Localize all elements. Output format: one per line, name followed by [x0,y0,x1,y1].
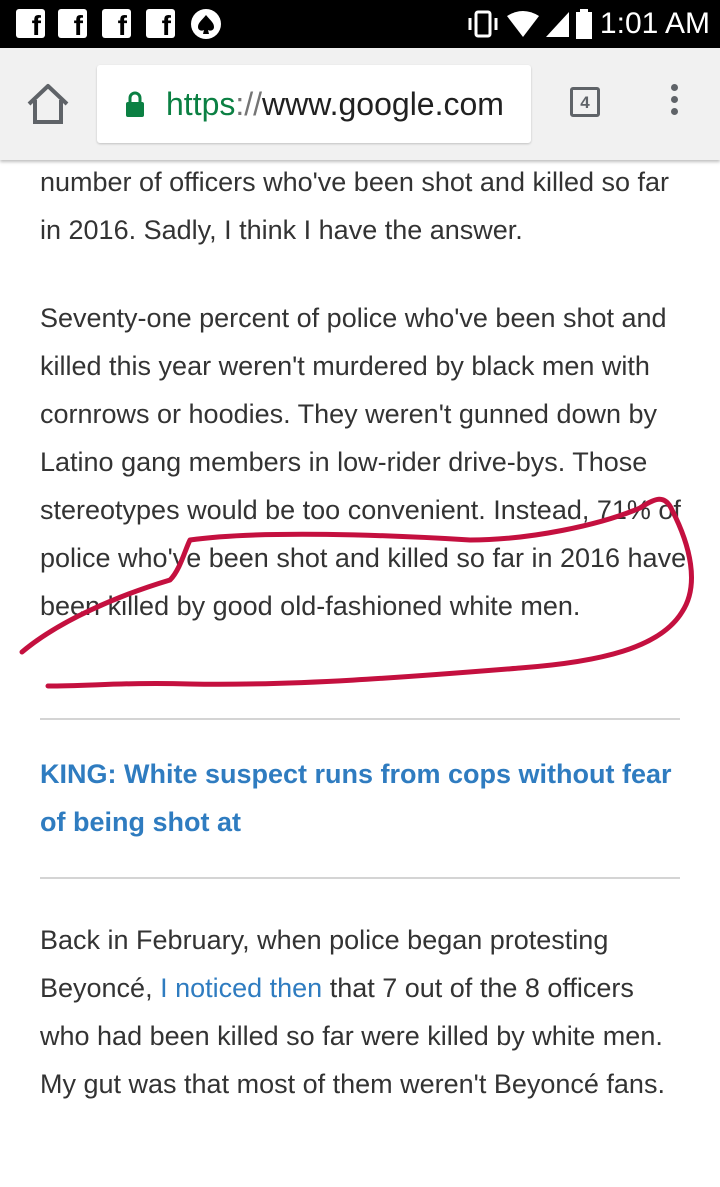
lock-icon [126,91,144,117]
wifi-icon [506,11,539,37]
battery-icon [575,9,592,39]
url-text: https://www.google.com [166,85,504,123]
status-icons: 1:01 AM [466,0,710,48]
url-host: www.google.com [262,86,504,122]
browser-toolbar: https://www.google.com 4 [0,48,720,160]
url-scheme: https [166,86,236,122]
divider [40,718,680,720]
tab-switcher-button[interactable]: 4 [570,87,600,117]
inline-link[interactable]: I noticed then [160,973,322,1003]
facebook-icon: f [102,9,131,40]
divider [40,877,680,879]
url-separator: :// [235,86,263,122]
vibrate-icon [468,10,498,38]
status-bar: f f f f 1:01 AM [0,0,720,48]
facebook-icon: f [58,9,87,40]
highlighted-paragraph: Seventy-one percent of police who've bee… [40,303,687,621]
overflow-menu-icon[interactable] [664,84,684,124]
cellular-signal-icon [545,12,569,37]
paragraph: Back in February, when police began prot… [40,916,690,1108]
facebook-icon: f [146,9,175,40]
kate-spade-icon [191,9,221,39]
paragraph: number of officers who've been shot and … [40,167,670,245]
facebook-icon: f [16,9,45,40]
home-icon[interactable] [24,82,72,126]
clock: 1:01 AM [599,7,710,40]
related-article-link[interactable]: KING: White suspect runs from cops witho… [40,750,680,846]
address-bar[interactable]: https://www.google.com [97,65,531,143]
